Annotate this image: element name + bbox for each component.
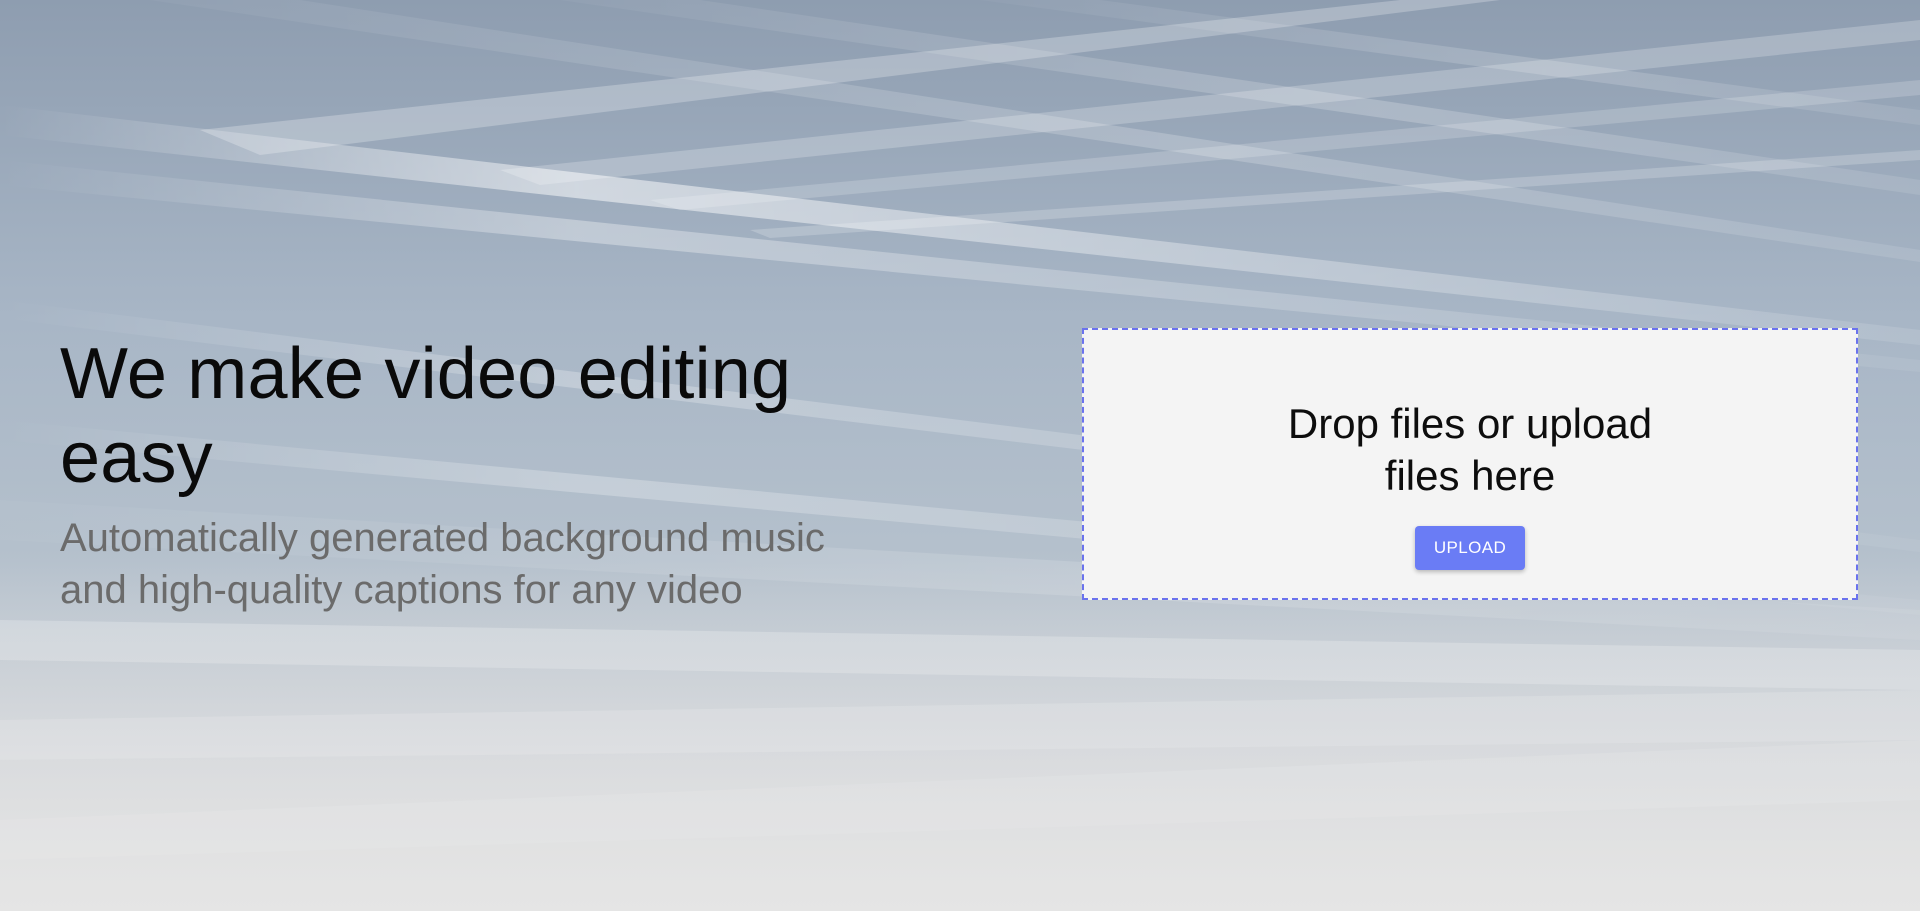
hero-title: We make video editing easy [60,334,792,498]
dropzone-prompt: Drop files or upload files here [1287,400,1653,499]
landing-page: We make video editing easy Automatically… [0,0,1920,911]
file-dropzone[interactable]: Drop files or upload files here UPLOAD [1082,328,1858,600]
hero-subtitle: Automatically generated background music… [60,516,825,612]
upload-button[interactable]: UPLOAD [1414,526,1526,570]
hero-section: We make video editing easy Automatically… [60,332,850,616]
